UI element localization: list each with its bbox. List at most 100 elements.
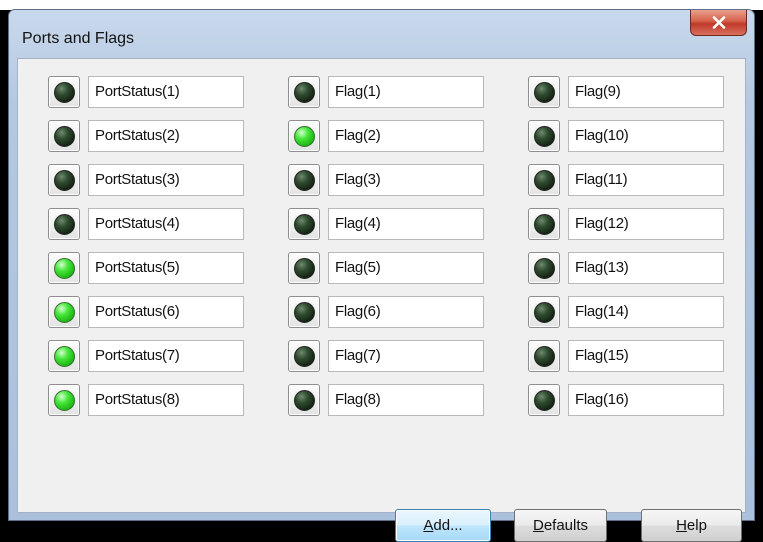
indicator-grid: PortStatus(1) PortStatus(2) PortStatus(3) P… <box>48 76 738 416</box>
led-toggle-button[interactable] <box>288 164 320 196</box>
led-off-icon <box>53 81 75 103</box>
led-toggle-button[interactable] <box>528 252 560 284</box>
indicator-row: Flag(5) <box>288 252 484 284</box>
led-off-icon <box>533 345 555 367</box>
led-toggle-button[interactable] <box>48 252 80 284</box>
indicator-name-field[interactable]: Flag(5) <box>328 252 484 284</box>
led-off-icon <box>293 213 315 235</box>
led-toggle-button[interactable] <box>48 120 80 152</box>
indicator-row: PortStatus(1) <box>48 76 244 108</box>
indicator-name-field[interactable]: Flag(4) <box>328 208 484 240</box>
led-off-icon <box>53 125 75 147</box>
dialog-client-area: PortStatus(1) PortStatus(2) PortStatus(3) P… <box>17 58 746 542</box>
indicator-name-field[interactable]: Flag(9) <box>568 76 724 108</box>
help-button[interactable]: Help <box>641 509 742 542</box>
help-button-label: Help <box>676 517 707 534</box>
led-off-icon <box>293 389 315 411</box>
indicator-name-field[interactable]: PortStatus(7) <box>88 340 244 372</box>
led-off-icon <box>533 81 555 103</box>
indicator-row: Flag(8) <box>288 384 484 416</box>
led-on-icon <box>293 125 315 147</box>
indicator-name-field[interactable]: Flag(3) <box>328 164 484 196</box>
indicator-row: Flag(2) <box>288 120 484 152</box>
led-off-icon <box>293 81 315 103</box>
close-button[interactable] <box>690 10 747 36</box>
indicator-row: PortStatus(7) <box>48 340 244 372</box>
led-off-icon <box>533 257 555 279</box>
led-off-icon <box>53 169 75 191</box>
led-off-icon <box>533 301 555 323</box>
indicator-row: PortStatus(5) <box>48 252 244 284</box>
indicator-name-field[interactable]: Flag(11) <box>568 164 724 196</box>
led-toggle-button[interactable] <box>528 120 560 152</box>
led-toggle-button[interactable] <box>48 164 80 196</box>
led-off-icon <box>293 257 315 279</box>
indicator-name-field[interactable]: PortStatus(6) <box>88 296 244 328</box>
led-off-icon <box>533 389 555 411</box>
indicator-name-field[interactable]: PortStatus(2) <box>88 120 244 152</box>
title-bar[interactable]: Ports and Flags <box>9 10 754 65</box>
indicator-name-field[interactable]: PortStatus(5) <box>88 252 244 284</box>
indicator-row: PortStatus(3) <box>48 164 244 196</box>
indicator-name-field[interactable]: Flag(2) <box>328 120 484 152</box>
led-on-icon <box>53 257 75 279</box>
indicator-name-field[interactable]: Flag(6) <box>328 296 484 328</box>
led-toggle-button[interactable] <box>48 208 80 240</box>
indicator-name-field[interactable]: PortStatus(4) <box>88 208 244 240</box>
indicator-row: Flag(4) <box>288 208 484 240</box>
defaults-button[interactable]: Defaults <box>514 509 607 542</box>
indicator-row: Flag(10) <box>528 120 724 152</box>
indicator-row: Flag(11) <box>528 164 724 196</box>
led-off-icon <box>533 213 555 235</box>
indicator-name-field[interactable]: PortStatus(8) <box>88 384 244 416</box>
led-toggle-button[interactable] <box>48 340 80 372</box>
led-on-icon <box>53 345 75 367</box>
led-toggle-button[interactable] <box>528 340 560 372</box>
close-icon <box>712 16 725 29</box>
indicator-name-field[interactable]: Flag(10) <box>568 120 724 152</box>
led-toggle-button[interactable] <box>48 76 80 108</box>
indicator-row: Flag(16) <box>528 384 724 416</box>
indicator-row: Flag(3) <box>288 164 484 196</box>
indicator-row: Flag(12) <box>528 208 724 240</box>
led-toggle-button[interactable] <box>528 76 560 108</box>
indicator-name-field[interactable]: PortStatus(1) <box>88 76 244 108</box>
indicator-row: PortStatus(6) <box>48 296 244 328</box>
led-toggle-button[interactable] <box>288 208 320 240</box>
led-toggle-button[interactable] <box>48 384 80 416</box>
led-toggle-button[interactable] <box>288 296 320 328</box>
led-off-icon <box>53 213 75 235</box>
led-toggle-button[interactable] <box>528 208 560 240</box>
indicator-row: PortStatus(2) <box>48 120 244 152</box>
indicator-name-field[interactable]: Flag(1) <box>328 76 484 108</box>
led-toggle-button[interactable] <box>528 296 560 328</box>
led-on-icon <box>53 301 75 323</box>
indicator-name-field[interactable]: Flag(7) <box>328 340 484 372</box>
indicator-row: Flag(15) <box>528 340 724 372</box>
indicator-row: Flag(9) <box>528 76 724 108</box>
led-toggle-button[interactable] <box>288 252 320 284</box>
defaults-button-label: Defaults <box>532 517 589 534</box>
indicator-name-field[interactable]: Flag(15) <box>568 340 724 372</box>
led-toggle-button[interactable] <box>48 296 80 328</box>
indicator-name-field[interactable]: Flag(14) <box>568 296 724 328</box>
indicator-name-field[interactable]: Flag(16) <box>568 384 724 416</box>
indicator-row: PortStatus(8) <box>48 384 244 416</box>
led-toggle-button[interactable] <box>288 340 320 372</box>
led-off-icon <box>293 301 315 323</box>
led-toggle-button[interactable] <box>288 120 320 152</box>
indicator-name-field[interactable]: Flag(13) <box>568 252 724 284</box>
dialog-title: Ports and Flags <box>22 30 135 47</box>
ports-and-flags-dialog: Ports and Flags PortStatus(1) PortStatus(… <box>8 9 755 542</box>
add-button[interactable]: Add... <box>395 509 491 542</box>
indicator-name-field[interactable]: Flag(12) <box>568 208 724 240</box>
led-toggle-button[interactable] <box>288 384 320 416</box>
indicator-row: Flag(7) <box>288 340 484 372</box>
led-toggle-button[interactable] <box>528 164 560 196</box>
led-toggle-button[interactable] <box>528 384 560 416</box>
led-toggle-button[interactable] <box>288 76 320 108</box>
led-off-icon <box>533 125 555 147</box>
indicator-row: PortStatus(4) <box>48 208 244 240</box>
indicator-name-field[interactable]: PortStatus(3) <box>88 164 244 196</box>
indicator-name-field[interactable]: Flag(8) <box>328 384 484 416</box>
